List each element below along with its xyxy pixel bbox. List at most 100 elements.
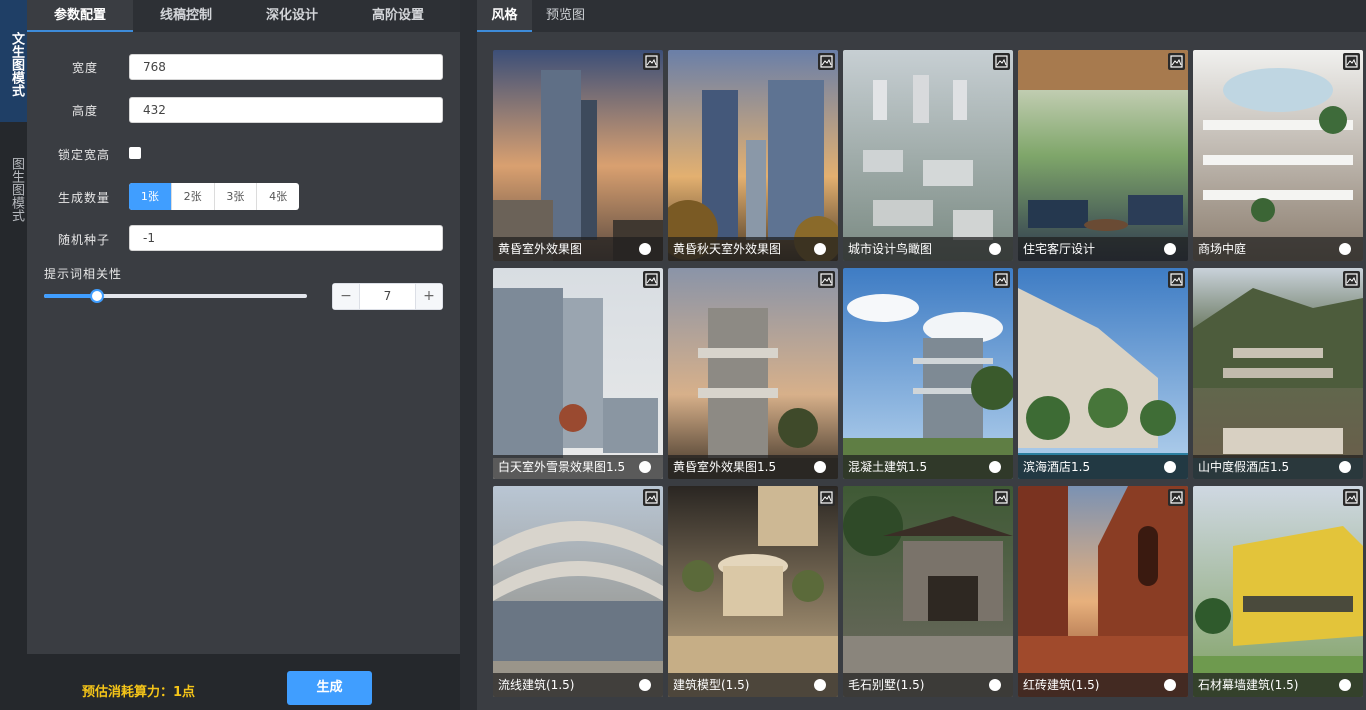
style-thumbnail [843, 50, 1013, 261]
style-radio[interactable] [639, 461, 651, 473]
style-radio[interactable] [814, 243, 826, 255]
style-card[interactable]: 白天室外雪景效果图1.5 [493, 268, 663, 479]
right-tabs: 风格 预览图 [477, 0, 1366, 32]
style-radio[interactable] [989, 243, 1001, 255]
lock-label: 锁定宽高 [58, 148, 111, 162]
count-option-3[interactable]: 3张 [215, 183, 258, 210]
image-icon[interactable] [1343, 53, 1360, 70]
tab-preview[interactable]: 预览图 [532, 0, 599, 32]
height-input[interactable]: 432 [129, 97, 443, 123]
relevance-stepper: − 7 + [332, 283, 443, 310]
style-card[interactable]: 城市设计鸟瞰图 [843, 50, 1013, 261]
style-card[interactable]: 流线建筑(1.5) [493, 486, 663, 697]
slider-thumb[interactable] [89, 289, 104, 303]
tab-lineart[interactable]: 线稿控制 [133, 0, 239, 32]
style-thumbnail [668, 50, 838, 261]
count-option-4[interactable]: 4张 [257, 183, 299, 210]
style-radio[interactable] [1339, 461, 1351, 473]
style-caption: 毛石别墅(1.5) [848, 678, 925, 692]
style-caption: 石材幕墙建筑(1.5) [1198, 678, 1299, 692]
tab-deepen[interactable]: 深化设计 [239, 0, 345, 32]
relevance-slider[interactable] [44, 289, 307, 303]
generate-button[interactable]: 生成 [287, 671, 372, 705]
width-input[interactable]: 768 [129, 54, 443, 80]
image-icon[interactable] [1343, 271, 1360, 288]
style-radio[interactable] [1339, 243, 1351, 255]
relevance-value[interactable]: 7 [360, 284, 415, 309]
decrement-button[interactable]: − [333, 284, 360, 309]
mode-image-to-image[interactable]: 图生图模式 [0, 134, 27, 244]
image-icon[interactable] [818, 53, 835, 70]
increment-button[interactable]: + [415, 284, 442, 309]
style-card[interactable]: 建筑模型(1.5) [668, 486, 838, 697]
divider [460, 0, 477, 710]
count-option-1[interactable]: 1张 [129, 183, 172, 210]
style-thumbnail [1018, 50, 1188, 261]
style-radio[interactable] [639, 679, 651, 691]
relevance-label: 提示词相关性 [44, 267, 123, 281]
style-thumbnail [668, 268, 838, 479]
style-thumbnail [1193, 486, 1363, 697]
style-card[interactable]: 黄昏室外效果图1.5 [668, 268, 838, 479]
tab-advanced[interactable]: 高阶设置 [345, 0, 451, 32]
style-thumbnail [843, 268, 1013, 479]
style-card[interactable]: 商场中庭 [1193, 50, 1363, 261]
tab-style[interactable]: 风格 [477, 0, 532, 32]
style-radio[interactable] [1164, 243, 1176, 255]
style-thumbnail [493, 50, 663, 261]
style-caption: 建筑模型(1.5) [673, 678, 750, 692]
style-caption: 流线建筑(1.5) [498, 678, 575, 692]
image-icon[interactable] [818, 489, 835, 506]
image-icon[interactable] [1343, 489, 1360, 506]
style-card[interactable]: 山中度假酒店1.5 [1193, 268, 1363, 479]
image-icon[interactable] [1168, 53, 1185, 70]
image-icon[interactable] [993, 271, 1010, 288]
style-thumbnail [1193, 50, 1363, 261]
style-card[interactable]: 黄昏秋天室外效果图 [668, 50, 838, 261]
style-card[interactable]: 石材幕墙建筑(1.5) [1193, 486, 1363, 697]
lock-checkbox[interactable] [129, 147, 141, 159]
style-thumbnail [493, 268, 663, 479]
style-radio[interactable] [989, 461, 1001, 473]
style-caption: 黄昏室外效果图 [498, 242, 583, 256]
style-radio[interactable] [1164, 679, 1176, 691]
image-icon[interactable] [643, 53, 660, 70]
image-icon[interactable] [1168, 271, 1185, 288]
image-icon[interactable] [643, 489, 660, 506]
count-label: 生成数量 [58, 191, 111, 205]
style-radio[interactable] [989, 679, 1001, 691]
style-card[interactable]: 滨海酒店1.5 [1018, 268, 1188, 479]
tab-params[interactable]: 参数配置 [27, 0, 133, 32]
image-icon[interactable] [643, 271, 660, 288]
style-card[interactable]: 黄昏室外效果图 [493, 50, 663, 261]
cost-estimate: 预估消耗算力：1点 [82, 685, 196, 700]
style-radio[interactable] [814, 461, 826, 473]
style-thumbnail [493, 486, 663, 697]
seed-input[interactable]: -1 [129, 225, 443, 251]
style-caption: 黄昏室外效果图1.5 [673, 460, 777, 474]
style-radio[interactable] [814, 679, 826, 691]
style-caption: 白天室外雪景效果图1.5 [498, 460, 626, 474]
style-card[interactable]: 红砖建筑(1.5) [1018, 486, 1188, 697]
style-card[interactable]: 混凝土建筑1.5 [843, 268, 1013, 479]
style-caption: 滨海酒店1.5 [1023, 460, 1091, 474]
image-icon[interactable] [993, 489, 1010, 506]
count-option-2[interactable]: 2张 [172, 183, 215, 210]
mode-strip: 文生图模式 图生图模式 [0, 0, 27, 710]
style-card[interactable]: 毛石别墅(1.5) [843, 486, 1013, 697]
style-radio[interactable] [639, 243, 651, 255]
style-thumbnail [843, 486, 1013, 697]
style-radio[interactable] [1164, 461, 1176, 473]
style-caption: 住宅客厅设计 [1023, 242, 1096, 256]
style-caption: 商场中庭 [1198, 242, 1247, 256]
mode-text-to-image[interactable]: 文生图模式 [0, 0, 27, 122]
style-thumbnail [1018, 486, 1188, 697]
style-radio[interactable] [1339, 679, 1351, 691]
image-icon[interactable] [818, 271, 835, 288]
image-icon[interactable] [1168, 489, 1185, 506]
slider-fill [44, 294, 97, 298]
image-icon[interactable] [993, 53, 1010, 70]
style-card[interactable]: 住宅客厅设计 [1018, 50, 1188, 261]
width-label: 宽度 [72, 61, 99, 75]
style-caption: 城市设计鸟瞰图 [848, 242, 933, 256]
